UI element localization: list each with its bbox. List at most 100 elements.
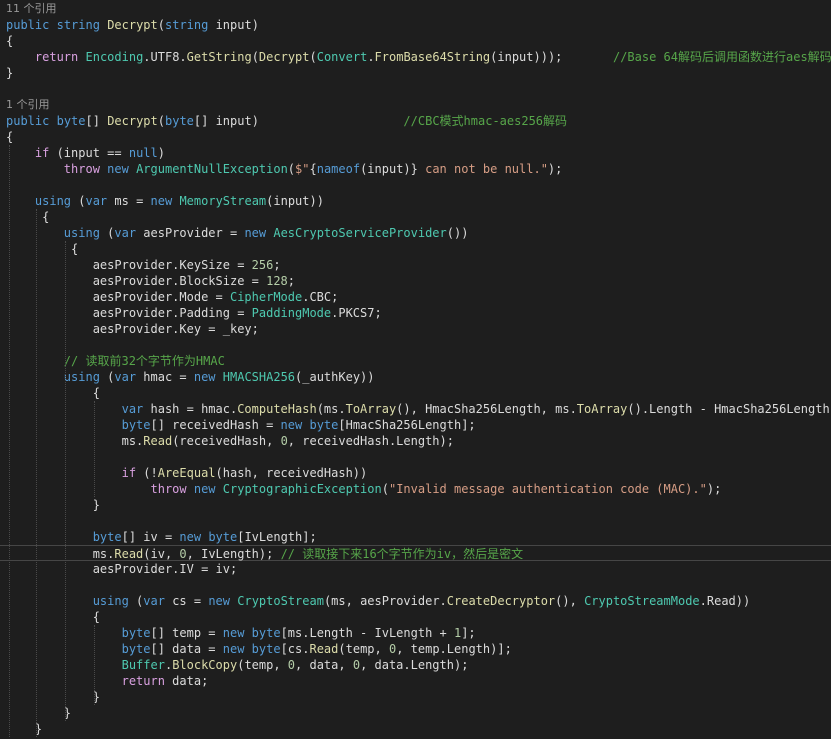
code-token: (input == <box>49 146 129 160</box>
code-line: { <box>0 609 831 625</box>
code-token: PaddingMode <box>251 306 332 320</box>
code-line: if (input == null) <box>0 145 831 161</box>
code-token: (! <box>136 466 158 480</box>
code-token: public <box>6 114 50 128</box>
code-token: ArgumentNullException <box>136 162 288 176</box>
code-token: ( <box>99 370 115 384</box>
code-token: Decrypt <box>258 50 310 64</box>
reference-count-lens[interactable]: 1 个引用 <box>0 97 831 113</box>
code-token: aesProvider.BlockSize = <box>6 274 267 288</box>
code-line: aesProvider.KeySize = 256; <box>0 257 831 273</box>
code-token: [IvLength]; <box>237 530 317 544</box>
code-token: throw <box>63 162 100 176</box>
code-token: using <box>34 194 72 208</box>
code-token: (ms, aesProvider. <box>323 594 447 608</box>
code-token: using <box>92 594 129 608</box>
code-comment: //CBC模式hmac-aes256解码 <box>403 114 568 128</box>
code-token: [] receivedHash = <box>150 418 281 432</box>
code-comment: // 读取前32个字节作为HMAC <box>63 354 225 368</box>
code-token: . <box>367 50 375 64</box>
code-token: ( <box>381 482 389 496</box>
code-token: Read <box>309 642 339 656</box>
code-comment: // 读取接下来16个字节作为iv，然后是密文 <box>280 547 524 561</box>
code-token: nameof <box>316 162 361 176</box>
code-comment: //Base 64解码后调用函数进行aes解码 <box>612 50 831 64</box>
code-token: .PKCS7; <box>331 306 382 320</box>
code-line: } <box>0 705 831 721</box>
code-token: ( <box>251 50 259 64</box>
code-token: string <box>56 18 100 32</box>
code-token: ( <box>157 114 165 128</box>
code-line: return Encoding.UTF8.GetString(Decrypt(C… <box>0 49 831 65</box>
code-token: (), HmacSha256Length, ms. <box>396 402 577 416</box>
code-token: ms. <box>6 547 115 561</box>
code-line: } <box>0 65 831 81</box>
code-token: if <box>121 466 137 480</box>
code-token: aesProvider.Mode = <box>6 290 230 304</box>
code-line: byte[] data = new byte[cs.Read(temp, 0, … <box>0 641 831 657</box>
code-token: hash = hmac. <box>143 402 238 416</box>
code-token: MemoryStream <box>179 194 267 208</box>
code-token: var <box>121 402 144 416</box>
code-token: 128 <box>266 274 288 288</box>
code-token: , data.Length); <box>360 658 469 672</box>
code-token: var <box>85 194 108 208</box>
code-token: Encoding <box>85 50 144 64</box>
code-token: .Read)) <box>699 594 751 608</box>
code-token: ToArray <box>345 402 397 416</box>
code-token: "Invalid message authentication code (MA… <box>388 482 707 496</box>
code-token: ( <box>309 50 317 64</box>
code-token: new <box>179 530 202 544</box>
code-token: CryptographicException <box>222 482 382 496</box>
code-token: { <box>6 610 100 624</box>
code-token: ( <box>71 194 86 208</box>
code-token: hmac = <box>136 370 194 384</box>
code-token: 11 个引用 <box>6 2 57 15</box>
code-token: (temp, <box>237 658 288 672</box>
code-token: new <box>208 594 231 608</box>
code-line: using (var cs = new CryptoStream(ms, aes… <box>0 593 831 609</box>
code-token: new <box>193 370 216 384</box>
code-line: public byte[] Decrypt(byte[] input) //CB… <box>0 113 831 129</box>
code-token: ]; <box>461 626 476 640</box>
reference-count-lens[interactable]: 11 个引用 <box>0 1 831 17</box>
code-token: byte <box>121 626 151 640</box>
indent-guide <box>9 145 10 737</box>
code-editor[interactable]: 11 个引用 public string Decrypt(string input… <box>0 0 831 739</box>
code-token: 256 <box>251 258 274 272</box>
code-token: byte <box>121 418 151 432</box>
code-token: aesProvider.Key = _key; <box>6 322 259 336</box>
code-token: 0 <box>287 658 296 672</box>
code-token: aesProvider.IV = iv; <box>6 562 238 576</box>
code-token: Decrypt <box>107 18 158 32</box>
code-token: { <box>6 210 50 224</box>
code-token: { <box>6 130 14 144</box>
code-token: } <box>6 690 100 704</box>
code-token: var <box>114 370 137 384</box>
code-token: [] data = <box>150 642 223 656</box>
code-token: string <box>165 18 209 32</box>
code-line: throw new CryptographicException("Invali… <box>0 481 831 497</box>
code-line: aesProvider.Padding = PaddingMode.PKCS7; <box>0 305 831 321</box>
code-token: input) <box>208 18 259 32</box>
code-line: using (var ms = new MemoryStream(input)) <box>0 193 831 209</box>
code-token: } <box>6 498 100 512</box>
code-token: Read <box>114 547 144 561</box>
code-token: FromBase64String <box>374 50 491 64</box>
code-line: aesProvider.IV = iv; <box>0 561 831 577</box>
code-token: Read <box>143 434 173 448</box>
code-token: byte <box>251 642 281 656</box>
code-token: new <box>280 418 303 432</box>
code-token: , IvLength); <box>186 547 281 561</box>
code-token: ().Length - HmacSha256Length); <box>627 402 831 416</box>
